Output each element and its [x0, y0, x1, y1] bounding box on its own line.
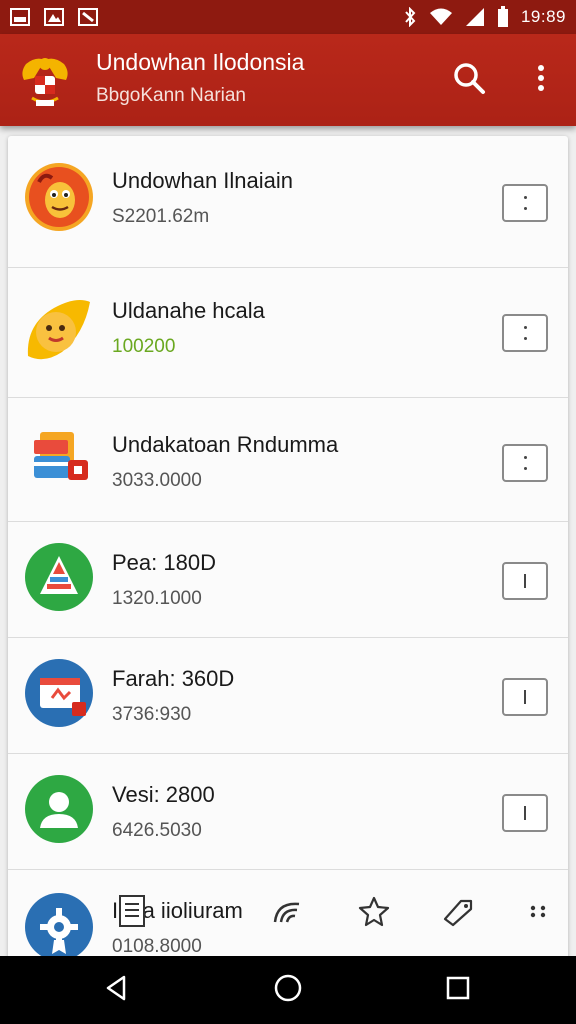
- list-item[interactable]: Undakatoan Rndumma 3033.0000: [8, 398, 568, 522]
- pyramid-chart-icon: [24, 542, 94, 612]
- document-icon: [117, 894, 147, 933]
- single-bar-icon: [524, 574, 526, 588]
- item-list: Undowhan Ilnaiain S2201.62m Uldanahe hca…: [8, 136, 568, 966]
- calendar-app-icon: [24, 658, 94, 728]
- item-menu-button[interactable]: [502, 678, 548, 716]
- rainbow-button[interactable]: [270, 895, 306, 931]
- item-title: Farah: 360D: [112, 666, 235, 691]
- single-bar-icon: [524, 690, 526, 704]
- nav-back-button[interactable]: [96, 970, 136, 1010]
- status-bar: 19:89: [0, 0, 576, 34]
- image-icon: [10, 8, 30, 26]
- system-nav-bar: [0, 956, 576, 1024]
- item-title: Pea: 180D: [112, 550, 216, 575]
- more-dots-icon: [523, 456, 527, 470]
- tag-icon: [441, 895, 475, 932]
- nav-home-button[interactable]: [268, 970, 308, 1010]
- item-subtitle: 3736:930: [112, 704, 192, 725]
- battery-icon: [497, 6, 509, 28]
- list-item[interactable]: Undowhan Ilnaiain S2201.62m: [8, 136, 568, 268]
- item-menu-button[interactable]: [502, 314, 548, 352]
- list-item[interactable]: Farah: 360D 3736:930: [8, 638, 568, 754]
- item-menu-button[interactable]: [502, 444, 548, 482]
- photo-icon: [44, 8, 64, 26]
- star-icon: [358, 895, 390, 932]
- overflow-menu-button[interactable]: [526, 60, 556, 100]
- item-menu-button[interactable]: [502, 562, 548, 600]
- item-subtitle: 0108.8000: [112, 936, 202, 957]
- item-subtitle: 6426.5030: [112, 820, 202, 841]
- tag-button[interactable]: [440, 895, 476, 931]
- person-avatar-icon: [24, 774, 94, 844]
- garuda-emblem-icon: [16, 54, 74, 110]
- home-icon: [273, 973, 303, 1008]
- nav-recents-button[interactable]: [438, 970, 478, 1010]
- item-subtitle: 3033.0000: [112, 470, 202, 491]
- single-bar-icon: [524, 806, 526, 820]
- list-item[interactable]: Uldanahe hcala 100200: [8, 268, 568, 398]
- item-title: Undakatoan Rndumma: [112, 432, 339, 457]
- more-horiz-icon: [528, 903, 548, 924]
- app-bar: Undowhan Ilodonsia BbgoKann Narian: [0, 34, 576, 126]
- cartoon-character-icon: [24, 162, 94, 232]
- list-item[interactable]: Vesi: 2800 6426.5030: [8, 754, 568, 870]
- item-menu-button[interactable]: [502, 184, 548, 222]
- bluetooth-icon: [403, 7, 417, 27]
- smiley-face-icon: [24, 294, 94, 364]
- more-dots-icon: [523, 196, 527, 210]
- status-time: 19:89: [520, 7, 566, 26]
- item-subtitle: S2201.62m: [112, 206, 210, 227]
- item-title: Undowhan Ilnaiain: [112, 168, 294, 193]
- back-icon: [104, 975, 128, 1006]
- cards-wallet-icon: [24, 426, 94, 496]
- crop-icon: [78, 8, 98, 26]
- more-vert-icon: [537, 64, 545, 97]
- item-subtitle: 100200: [112, 336, 176, 357]
- app-title: Undowhan Ilodonsia: [96, 49, 305, 75]
- more-dots-icon: [523, 326, 527, 340]
- recents-icon: [446, 976, 470, 1005]
- item-title: Uldanahe hcala: [112, 298, 265, 323]
- gear-badge-icon: [24, 892, 94, 962]
- favorite-button[interactable]: [356, 895, 392, 931]
- signal-icon: [465, 7, 485, 27]
- app-subtitle: BbgoKann Narian: [96, 85, 246, 106]
- more-options-button[interactable]: [520, 895, 556, 931]
- wifi-icon: [429, 7, 453, 27]
- item-menu-button[interactable]: [502, 794, 548, 832]
- document-button[interactable]: [114, 894, 150, 933]
- search-icon: [452, 61, 486, 100]
- item-subtitle: 1320.1000: [112, 588, 202, 609]
- search-button[interactable]: [449, 60, 489, 100]
- list-item[interactable]: Pea: 180D 1320.1000: [8, 522, 568, 638]
- item-title: Vesi: 2800: [112, 782, 215, 807]
- rainbow-icon: [271, 896, 305, 931]
